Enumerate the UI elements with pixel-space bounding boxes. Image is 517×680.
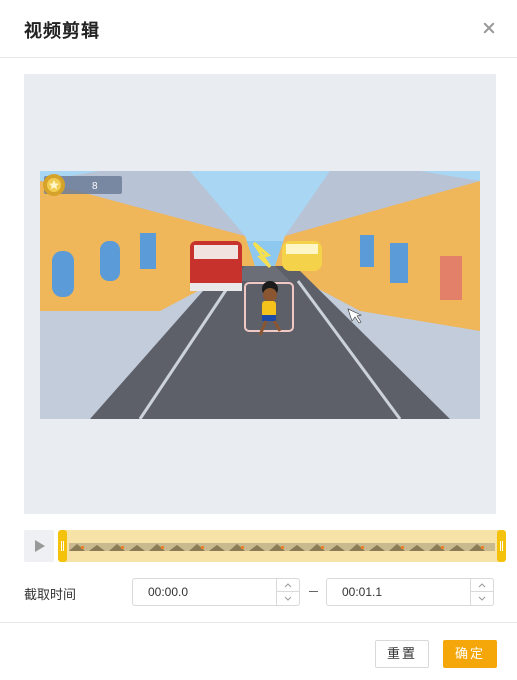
video-edit-dialog: 视频剪辑 8 截取时间 00:00.0 00:01.1 重置 确定 <box>0 0 517 680</box>
end-time-input[interactable]: 00:01.1 <box>326 578 494 606</box>
chevron-down-icon <box>284 596 292 601</box>
play-button[interactable] <box>24 530 54 562</box>
dialog-footer: 重置 确定 <box>0 622 517 680</box>
time-range-separator <box>309 591 318 592</box>
chevron-up-icon <box>284 583 292 588</box>
chevron-down-icon <box>478 596 486 601</box>
start-time-stepper <box>276 579 299 605</box>
video-preview-area: 8 <box>24 74 496 514</box>
end-time-stepper <box>470 579 493 605</box>
dialog-title: 视频剪辑 <box>24 21 100 41</box>
video-scene: 8 <box>40 171 480 419</box>
play-icon <box>35 540 45 552</box>
clip-time-label: 截取时间 <box>24 587 77 602</box>
end-time-decrement-button[interactable] <box>471 592 493 605</box>
start-time-decrement-button[interactable] <box>277 592 299 605</box>
end-time-value: 00:01.1 <box>342 585 383 599</box>
close-icon[interactable] <box>481 20 497 36</box>
video-frame[interactable]: 8 <box>40 171 480 419</box>
end-time-increment-button[interactable] <box>471 579 493 592</box>
dialog-header: 视频剪辑 <box>0 0 517 58</box>
trim-end-handle[interactable] <box>497 530 506 562</box>
start-time-input[interactable]: 00:00.0 <box>132 578 300 606</box>
trim-start-handle[interactable] <box>58 530 67 562</box>
timeline-track[interactable] <box>58 530 506 562</box>
timeline-frame-strip <box>69 543 495 551</box>
clip-time-row: 截取时间 00:00.0 00:01.1 <box>24 578 496 606</box>
hud-coin-count: 8 <box>92 181 98 192</box>
reset-button[interactable]: 重置 <box>375 640 429 668</box>
timeline <box>24 530 506 562</box>
start-time-increment-button[interactable] <box>277 579 299 592</box>
confirm-button[interactable]: 确定 <box>443 640 497 668</box>
start-time-value: 00:00.0 <box>148 585 189 599</box>
chevron-up-icon <box>478 583 486 588</box>
